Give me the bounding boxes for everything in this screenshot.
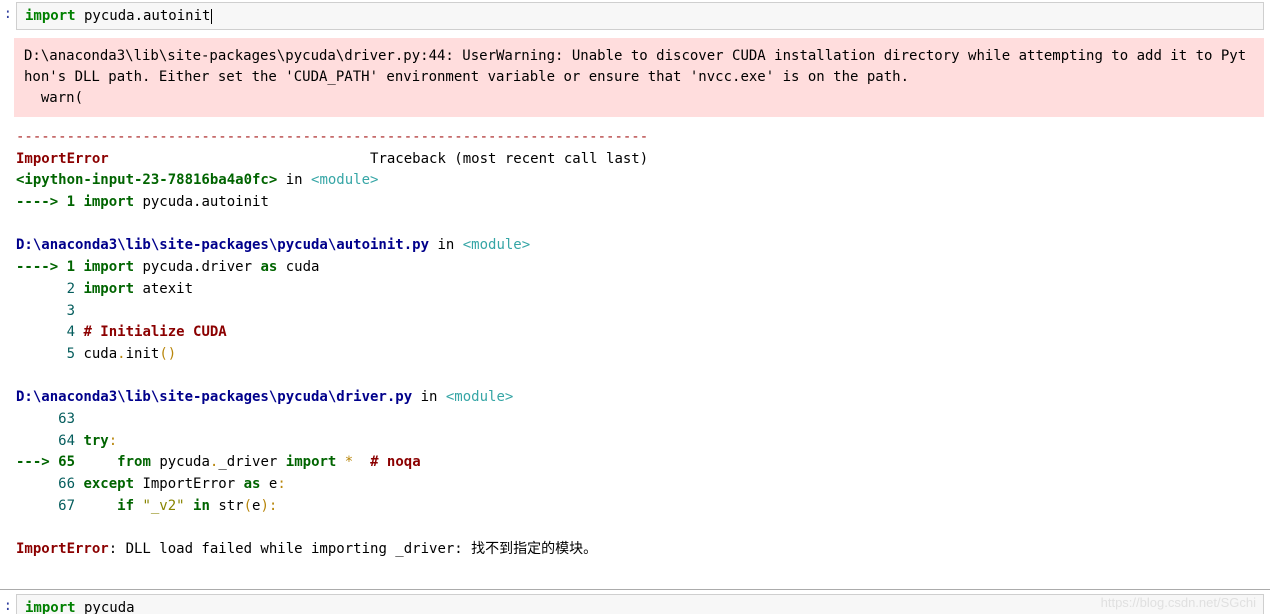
final-error-msg: : DLL load failed while importing _drive… — [109, 541, 597, 557]
code-text: pycuda.driver — [134, 259, 260, 275]
caret — [211, 9, 212, 24]
code-text: pycuda.autoinit — [76, 8, 211, 24]
tb-lineno: 65 — [58, 454, 117, 470]
tb-lineno: 4 — [16, 324, 83, 340]
tb-frame1-loc: <ipython-input-23-78816ba4a0fc> — [16, 172, 277, 188]
tb-frame2-path: D:\anaconda3\lib\site-packages\pycuda\au… — [16, 237, 429, 253]
tb-header: Traceback (most recent call last) — [109, 151, 648, 167]
kw-as: as — [244, 476, 261, 492]
code-input[interactable]: import pycuda.autoinit — [16, 2, 1264, 30]
tb-in: in — [429, 237, 463, 253]
tb-lineno: 5 — [16, 346, 83, 362]
input-prompt: : — [2, 2, 16, 22]
tb-lineno: 66 — [16, 476, 83, 492]
tb-lineno: 1 — [67, 194, 84, 210]
code-text: cuda — [83, 346, 117, 362]
comment: # Initialize CUDA — [83, 324, 226, 340]
tb-arrow: ----> — [16, 259, 67, 275]
kw-except: except — [83, 476, 134, 492]
tb-lineno: 2 — [16, 281, 83, 297]
tb-arrow: ----> — [16, 194, 67, 210]
dot: . — [117, 346, 125, 362]
warning-line-1: D:\anaconda3\lib\site-packages\pycuda\dr… — [24, 48, 1246, 85]
tb-lineno: 67 — [16, 498, 117, 514]
paren-open: ( — [244, 498, 252, 514]
colon: : — [269, 498, 277, 514]
code-text: e — [260, 476, 277, 492]
final-error-name: ImportError — [16, 541, 109, 557]
tb-lineno: 63 — [16, 411, 83, 427]
kw-from: from — [117, 454, 151, 470]
kw-in: in — [193, 498, 210, 514]
code-text: ImportError — [134, 476, 244, 492]
tb-error-name: ImportError — [16, 151, 109, 167]
kw-import: import — [83, 194, 134, 210]
tb-module-tag: <module> — [311, 172, 378, 188]
tb-lineno: 3 — [16, 303, 83, 319]
cell-1-input: : import pycuda.autoinit — [0, 0, 1270, 32]
colon: : — [109, 433, 117, 449]
colon: : — [277, 476, 285, 492]
tb-arrow: ---> — [16, 454, 58, 470]
kw-import: import — [83, 281, 134, 297]
code-text: cuda — [277, 259, 319, 275]
keyword-import: import — [25, 600, 76, 614]
input-prompt: : — [2, 594, 16, 614]
code-text: pycuda — [76, 600, 135, 614]
warning-line-2: warn( — [24, 90, 83, 106]
parens: () — [159, 346, 176, 362]
code-text: atexit — [134, 281, 193, 297]
string-literal: "_v2" — [134, 498, 193, 514]
tb-module-tag: <module> — [446, 389, 513, 405]
tb-lineno: 64 — [16, 433, 83, 449]
code-text: pycuda — [151, 454, 210, 470]
traceback-block: ----------------------------------------… — [0, 127, 1270, 571]
tb-in: in — [412, 389, 446, 405]
code-text: str — [210, 498, 244, 514]
cell-2-input: : import pycuda — [0, 592, 1270, 614]
kw-try: try — [83, 433, 108, 449]
comment: # noqa — [370, 454, 421, 470]
tb-module-tag: <module> — [463, 237, 530, 253]
paren-close: ) — [260, 498, 268, 514]
kw-if: if — [117, 498, 134, 514]
star: * — [336, 454, 370, 470]
keyword-import: import — [25, 8, 76, 24]
kw-import: import — [286, 454, 337, 470]
tb-separator: ----------------------------------------… — [16, 129, 648, 145]
code-input[interactable]: import pycuda — [16, 594, 1264, 614]
kw-as: as — [260, 259, 277, 275]
cell-1-output: D:\anaconda3\lib\site-packages\pycuda\dr… — [0, 38, 1270, 571]
tb-in: in — [277, 172, 311, 188]
cell-divider — [0, 589, 1270, 590]
tb-lineno: 1 — [67, 259, 84, 275]
tb-frame3-path: D:\anaconda3\lib\site-packages\pycuda\dr… — [16, 389, 412, 405]
stderr-warning: D:\anaconda3\lib\site-packages\pycuda\dr… — [14, 38, 1264, 117]
kw-import: import — [83, 259, 134, 275]
code-text: pycuda.autoinit — [134, 194, 269, 210]
code-text: init — [126, 346, 160, 362]
code-text: _driver — [218, 454, 285, 470]
